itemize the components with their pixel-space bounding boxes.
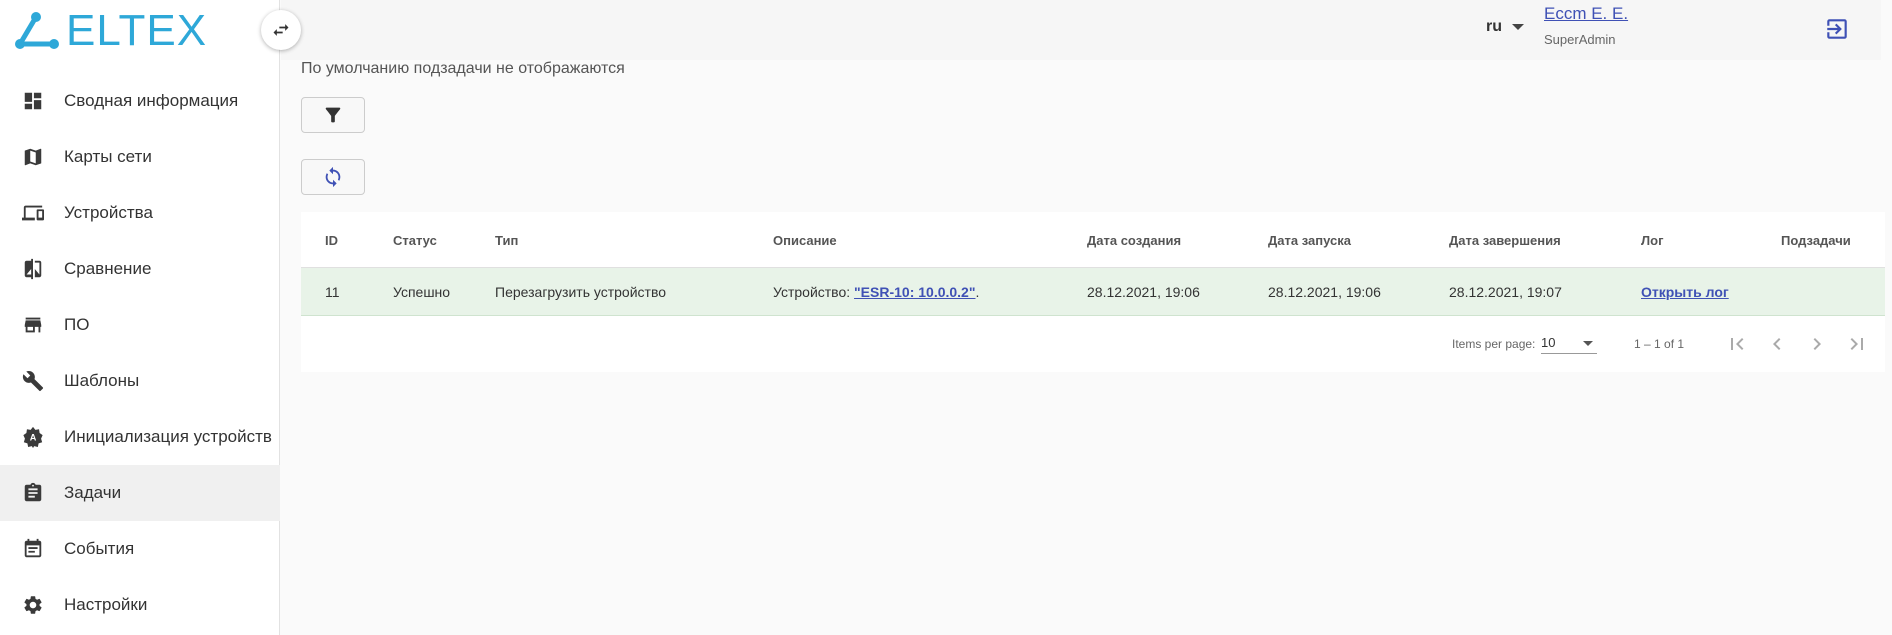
sidebar-item-label: События xyxy=(64,539,135,558)
column-header-description[interactable]: Описание xyxy=(773,233,837,248)
last-page-icon xyxy=(1850,338,1863,350)
previous-page-button[interactable] xyxy=(1765,332,1789,356)
cell-id: 11 xyxy=(325,284,340,300)
tasks-table: ID Статус Тип Описание Дата создания Дат… xyxy=(301,212,1885,372)
logout-button[interactable] xyxy=(1824,16,1850,42)
sidebar-item-devices[interactable]: Устройства xyxy=(0,185,280,241)
calendar-icon xyxy=(22,538,44,560)
sidebar-item-tasks[interactable]: Задачи xyxy=(0,465,280,521)
chevron-down-icon xyxy=(1512,24,1524,30)
gear-icon xyxy=(22,594,44,616)
sidebar-item-software[interactable]: ПО xyxy=(0,297,280,353)
refresh-icon xyxy=(325,166,341,188)
paginator: Items per page: 10 1 – 1 of 1 xyxy=(301,316,1885,372)
device-link[interactable]: "ESR-10: 10.0.0.2" xyxy=(854,284,975,300)
sidebar-item-label: Шаблоны xyxy=(64,371,140,390)
sidebar: ELTEX Сводная информация Карты сети Устр… xyxy=(0,0,280,635)
sidebar-item-label: Сводная информация xyxy=(64,91,239,110)
description-prefix: Устройство: xyxy=(773,284,855,300)
column-header-started[interactable]: Дата запуска xyxy=(1268,233,1351,248)
sidebar-item-summary[interactable]: Сводная информация xyxy=(0,73,280,129)
cell-log: Открыть лог xyxy=(1641,284,1729,300)
chevron-left-icon xyxy=(1773,338,1781,350)
next-page-button[interactable] xyxy=(1805,332,1829,356)
sidebar-item-label: Карты сети xyxy=(64,147,152,166)
column-header-log[interactable]: Лог xyxy=(1641,233,1663,248)
dashboard-icon xyxy=(22,90,44,112)
table-row[interactable]: 11 Успешно Перезагрузить устройство Устр… xyxy=(301,268,1885,316)
sidebar-item-label: Инициализация устройств xyxy=(64,427,272,446)
sidebar-item-device-init[interactable]: A Инициализация устройств xyxy=(0,409,280,465)
compare-icon xyxy=(22,258,44,280)
clipboard-icon xyxy=(22,482,44,504)
wrench-icon xyxy=(22,370,44,392)
column-header-created[interactable]: Дата создания xyxy=(1087,233,1181,248)
user-name-link[interactable]: Eccm E. E. xyxy=(1544,4,1628,24)
sidebar-item-label: Настройки xyxy=(64,595,148,614)
chevron-down-icon xyxy=(1583,341,1593,346)
swap-arrows-icon xyxy=(273,24,289,36)
sidebar-item-events[interactable]: События xyxy=(0,521,280,577)
chevron-right-icon xyxy=(1813,338,1821,350)
filter-button[interactable] xyxy=(301,97,365,133)
cell-description: Устройство: "ESR-10: 10.0.0.2". xyxy=(773,284,979,300)
column-header-finished[interactable]: Дата завершения xyxy=(1449,233,1561,248)
logo-text: ELTEX xyxy=(66,6,208,55)
column-header-type[interactable]: Тип xyxy=(495,233,518,248)
sidebar-item-network-maps[interactable]: Карты сети xyxy=(0,129,280,185)
map-icon xyxy=(22,146,44,168)
first-page-icon xyxy=(1731,338,1744,350)
column-header-id[interactable]: ID xyxy=(325,233,338,248)
cell-started: 28.12.2021, 19:06 xyxy=(1268,284,1381,300)
table-header: ID Статус Тип Описание Дата создания Дат… xyxy=(301,212,1885,268)
column-header-status[interactable]: Статус xyxy=(393,233,437,248)
sidebar-item-label: Устройства xyxy=(64,203,153,222)
sidebar-item-compare[interactable]: Сравнение xyxy=(0,241,280,297)
last-page-button[interactable] xyxy=(1845,332,1869,356)
sidebar-item-label: Сравнение xyxy=(64,259,152,278)
sidebar-item-label: Задачи xyxy=(64,483,122,502)
sidebar-toggle-button[interactable] xyxy=(261,10,301,50)
refresh-button[interactable] xyxy=(301,159,365,195)
cell-type: Перезагрузить устройство xyxy=(495,284,667,300)
items-per-page-label: Items per page: xyxy=(1452,337,1536,351)
logout-icon xyxy=(1827,19,1847,39)
eltex-logo[interactable]: ELTEX xyxy=(14,8,207,54)
user-role: SuperAdmin xyxy=(1544,32,1616,47)
language-select[interactable]: ru xyxy=(1486,18,1524,36)
sidebar-item-templates[interactable]: Шаблоны xyxy=(0,353,280,409)
items-per-page-value: 10 xyxy=(1541,335,1556,350)
page-range-label: 1 – 1 of 1 xyxy=(1634,337,1685,351)
description-suffix: . xyxy=(975,284,980,300)
devices-icon xyxy=(22,202,44,224)
svg-text:A: A xyxy=(30,433,37,443)
subtasks-hint: По умолчанию подзадачи не отображаются xyxy=(301,60,625,77)
top-header: ru Eccm E. E. SuperAdmin xyxy=(281,0,1881,60)
language-value: ru xyxy=(1486,18,1502,35)
logo-mark-icon xyxy=(15,12,59,49)
cell-created: 28.12.2021, 19:06 xyxy=(1087,284,1200,300)
filter-icon xyxy=(325,107,341,123)
sidebar-item-settings[interactable]: Настройки xyxy=(0,577,280,633)
sidebar-nav: Сводная информация Карты сети Устройства… xyxy=(0,73,280,633)
first-page-button[interactable] xyxy=(1725,332,1749,356)
column-header-subtasks[interactable]: Подзадачи xyxy=(1781,233,1851,248)
cell-status: Успешно xyxy=(393,284,451,300)
cell-finished: 28.12.2021, 19:07 xyxy=(1449,284,1562,300)
store-icon xyxy=(22,314,44,336)
init-badge-icon: A xyxy=(22,426,44,448)
sidebar-item-label: ПО xyxy=(64,315,90,334)
open-log-link[interactable]: Открыть лог xyxy=(1641,284,1729,300)
items-per-page-select[interactable]: 10 xyxy=(1541,330,1597,354)
